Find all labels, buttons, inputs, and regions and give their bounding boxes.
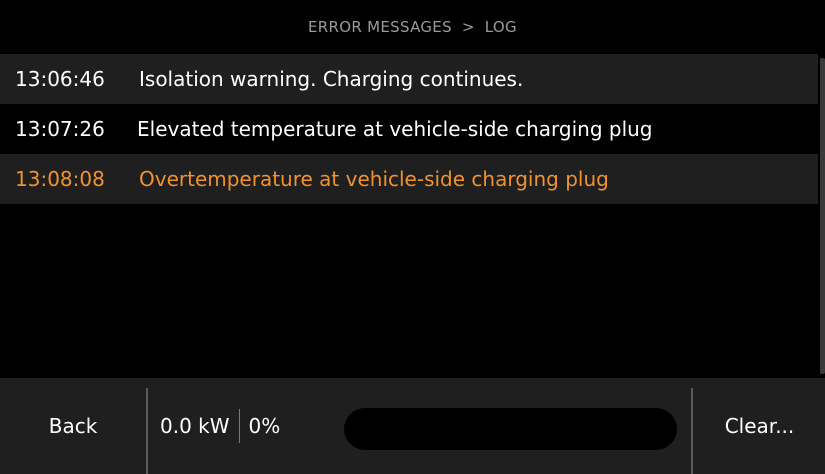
charge-percent: 0% xyxy=(248,414,281,438)
breadcrumb-page: LOG xyxy=(484,18,517,36)
charge-progress-bar xyxy=(344,408,677,450)
log-time: 13:06:46 xyxy=(15,67,105,91)
log-time: 13:08:08 xyxy=(15,167,105,191)
error-log-list: 13:06:46 Isolation warning. Charging con… xyxy=(0,54,818,378)
breadcrumb-section: ERROR MESSAGES xyxy=(308,18,452,36)
breadcrumb-separator: > xyxy=(461,18,475,36)
clear-button[interactable]: Clear... xyxy=(694,378,825,474)
log-message: Overtemperature at vehicle-side charging… xyxy=(139,167,609,191)
status-divider xyxy=(238,409,240,443)
power-readout: 0.0 kW xyxy=(160,414,230,438)
log-message: Isolation warning. Charging continues. xyxy=(139,67,524,91)
footer-bar: Back 0.0 kW 0% Clear... xyxy=(0,378,825,474)
log-row-selected[interactable]: 13:08:08 Overtemperature at vehicle-side… xyxy=(0,154,818,204)
log-row[interactable]: 13:07:26 Elevated temperature at vehicle… xyxy=(0,104,818,154)
footer-divider xyxy=(146,388,148,474)
log-row[interactable]: 13:06:46 Isolation warning. Charging con… xyxy=(0,54,818,104)
breadcrumb: ERROR MESSAGES > LOG xyxy=(0,0,825,54)
scrollbar[interactable] xyxy=(820,58,825,374)
back-button[interactable]: Back xyxy=(0,378,146,474)
charging-status: 0.0 kW 0% xyxy=(160,378,280,474)
footer-divider xyxy=(691,388,693,474)
log-time: 13:07:26 xyxy=(15,117,105,141)
log-message: Elevated temperature at vehicle-side cha… xyxy=(137,117,653,141)
